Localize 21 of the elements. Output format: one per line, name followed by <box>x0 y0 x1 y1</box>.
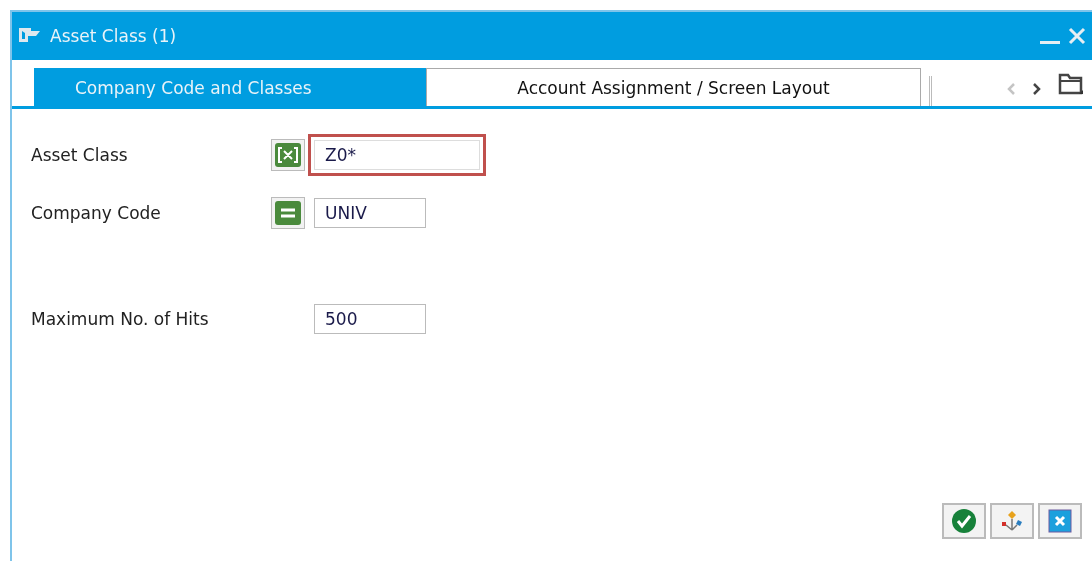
hierarchy-button[interactable] <box>990 503 1034 539</box>
selection-option-icon[interactable] <box>271 197 305 229</box>
confirm-button[interactable] <box>942 503 986 539</box>
folder-icon[interactable] <box>1058 72 1084 96</box>
cancel-button[interactable] <box>1038 503 1082 539</box>
field-label: Asset Class <box>31 145 129 165</box>
tab[interactable]: Account Assignment / Screen Layout <box>426 68 921 106</box>
close-icon <box>1047 508 1073 534</box>
window-icon <box>18 27 42 45</box>
minimize-icon[interactable] <box>1040 40 1060 46</box>
selection-option-icon[interactable] <box>271 139 305 171</box>
chevron-right-icon[interactable] <box>1032 82 1042 96</box>
window-title: Asset Class (1) <box>50 26 177 46</box>
close-icon[interactable] <box>1068 27 1086 45</box>
field-label: Maximum No. of Hits <box>31 309 210 329</box>
input-field[interactable]: Z0* <box>314 140 480 170</box>
input-field[interactable]: 500 <box>314 304 426 334</box>
input-field[interactable]: UNIV <box>314 198 426 228</box>
hierarchy-icon <box>999 508 1025 534</box>
checkmark-icon <box>951 508 977 534</box>
field-label: Company Code <box>31 203 162 223</box>
